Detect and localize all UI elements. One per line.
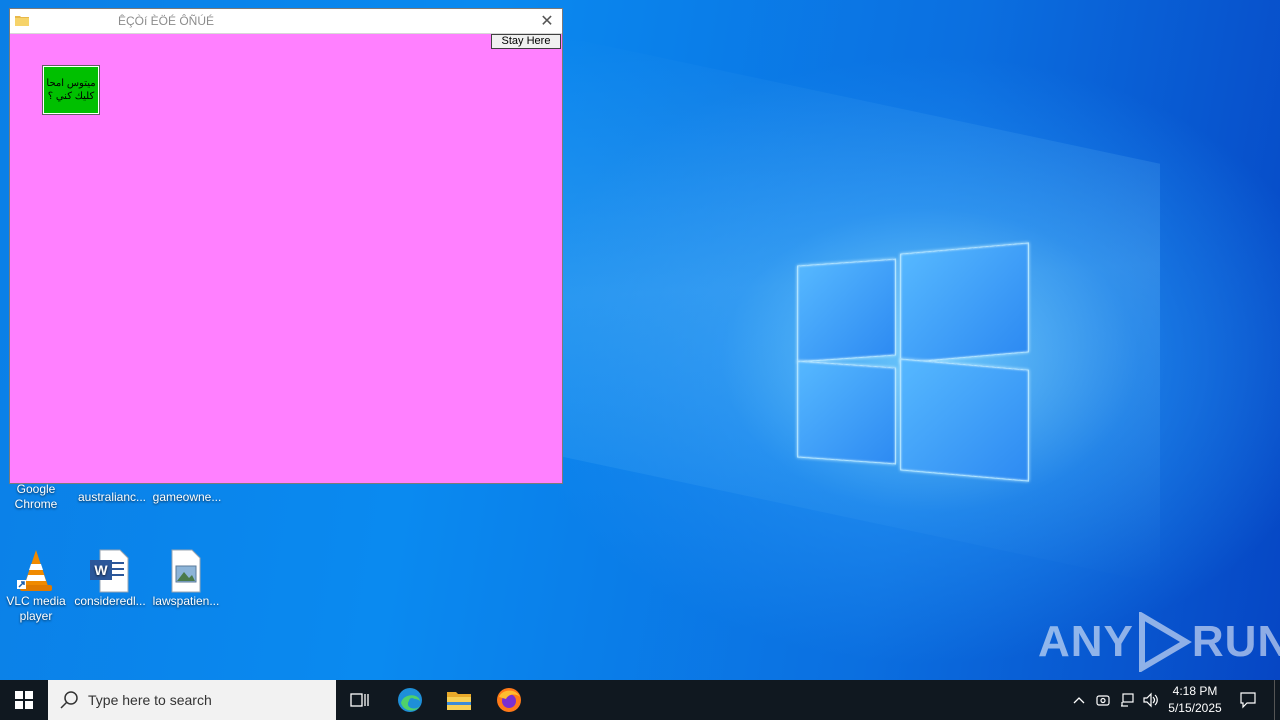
desktop-icon-australianc[interactable]: australianc... (74, 490, 150, 505)
camera-icon (1096, 695, 1110, 706)
task-view-icon (350, 693, 369, 707)
tray-meet-now[interactable] (1092, 680, 1114, 720)
image-file-icon (164, 548, 208, 593)
clock-date: 5/15/2025 (1168, 701, 1222, 715)
taskbar: Type here to search 4:18 PM 5/15/2025 (0, 680, 1280, 720)
search-icon (60, 691, 78, 709)
notification-icon (1240, 692, 1256, 709)
tray-network[interactable] (1116, 680, 1138, 720)
vlc-icon (14, 548, 58, 592)
action-center-button[interactable] (1230, 680, 1266, 720)
app-window: ÊÇÒí ÈÖÉ ÔÑÚÉ ✕ Stay Here ميتوس امحا كلي… (9, 8, 563, 484)
desktop-icon-label: australianc... (77, 490, 147, 504)
windows-start-icon (15, 691, 33, 709)
edge-icon (398, 688, 422, 712)
title-bar[interactable]: ÊÇÒí ÈÖÉ ÔÑÚÉ ✕ (10, 9, 562, 34)
anyrun-watermark: ANY RUN (1038, 612, 1280, 672)
taskbar-firefox[interactable] (485, 680, 533, 720)
desktop-icon-label: consideredl... (74, 594, 146, 608)
desktop-icon-vlc[interactable]: VLC media player (0, 548, 74, 624)
start-button[interactable] (0, 680, 48, 720)
windows-logo-wallpaper (790, 240, 1035, 485)
task-view-button[interactable] (336, 680, 384, 720)
search-placeholder: Type here to search (88, 692, 212, 708)
show-desktop-button[interactable] (1274, 680, 1280, 720)
speaker-icon (1143, 692, 1158, 708)
desktop-icon-label: VLC media player (6, 594, 66, 623)
word-document-icon: W (88, 548, 132, 593)
chevron-up-icon (1073, 697, 1085, 704)
clock-time: 4:18 PM (1172, 684, 1218, 698)
file-explorer-icon (447, 692, 471, 710)
tray-clock[interactable]: 4:18 PM 5/15/2025 (1164, 680, 1226, 720)
window-title: ÊÇÒí ÈÖÉ ÔÑÚÉ (117, 14, 215, 28)
stay-here-button[interactable]: Stay Here (491, 34, 561, 49)
network-icon (1121, 693, 1134, 707)
desktop-icon-label: gameowne... (152, 490, 222, 504)
desktop-icon-lawspatien[interactable]: lawspatien... (148, 548, 224, 609)
green-action-button[interactable]: ميتوس امحا كليك كني ؟ (42, 65, 100, 115)
svg-text:W: W (94, 562, 108, 578)
desktop-icon-label: lawspatien... (152, 594, 220, 608)
firefox-icon (497, 688, 521, 712)
desktop-icon-chrome[interactable]: Google Chrome (0, 482, 74, 512)
desktop-icon-consideredl[interactable]: W consideredl... (72, 548, 148, 609)
taskbar-file-explorer[interactable] (435, 680, 483, 720)
taskbar-search-input[interactable]: Type here to search (48, 680, 336, 720)
taskbar-edge[interactable] (386, 680, 434, 720)
desktop-icon-gameowne[interactable]: gameowne... (149, 490, 225, 505)
close-button[interactable]: ✕ (532, 9, 562, 33)
tray-overflow-chevron[interactable] (1068, 680, 1090, 720)
desktop-icon-label: Google Chrome (14, 482, 58, 511)
tray-volume[interactable] (1140, 680, 1162, 720)
play-logo-icon (1138, 612, 1192, 672)
